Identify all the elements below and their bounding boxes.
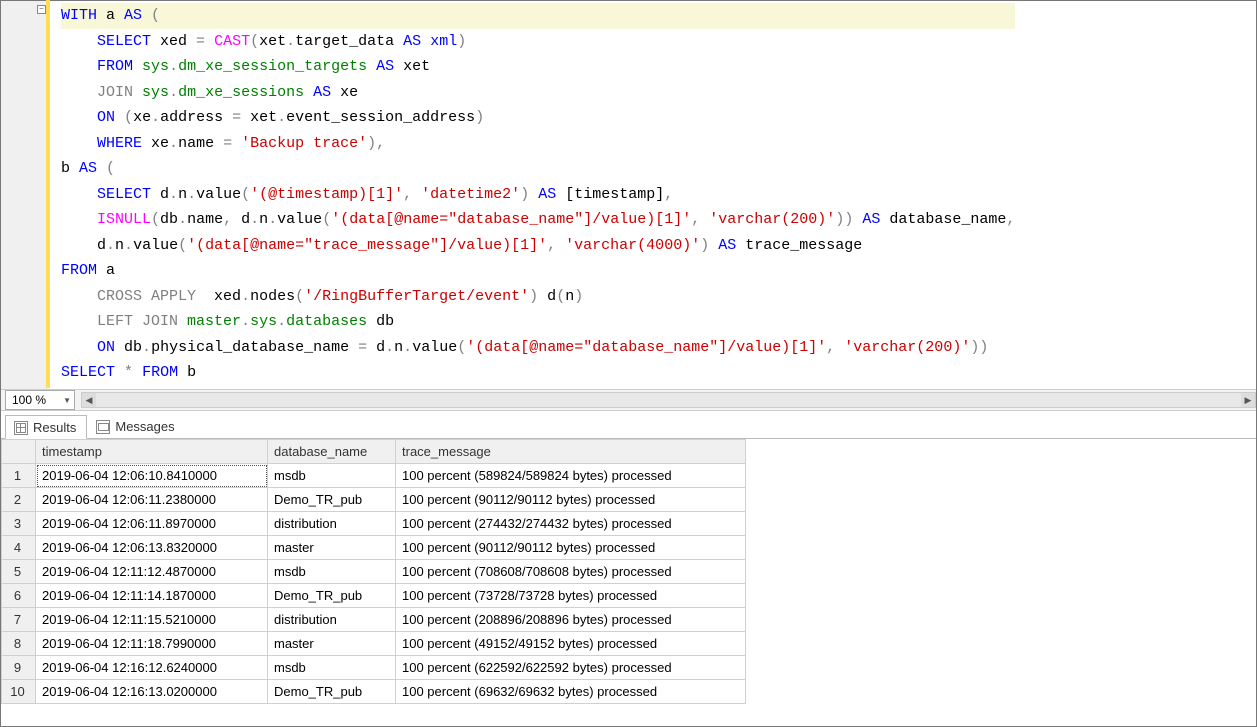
col-database-name[interactable]: database_name: [268, 440, 396, 464]
cell[interactable]: msdb: [268, 560, 396, 584]
table-row[interactable]: 72019-06-04 12:11:15.5210000distribution…: [2, 608, 746, 632]
cell[interactable]: 100 percent (90112/90112 bytes) processe…: [396, 488, 746, 512]
table-row[interactable]: 32019-06-04 12:06:11.8970000distribution…: [2, 512, 746, 536]
cell[interactable]: 100 percent (90112/90112 bytes) processe…: [396, 536, 746, 560]
scroll-right-icon[interactable]: ▶: [1241, 393, 1255, 407]
cell[interactable]: distribution: [268, 608, 396, 632]
row-number[interactable]: 10: [2, 680, 36, 704]
cell[interactable]: 100 percent (49152/49152 bytes) processe…: [396, 632, 746, 656]
code-line[interactable]: JOIN sys.dm_xe_sessions AS xe: [61, 80, 1015, 106]
row-number[interactable]: 7: [2, 608, 36, 632]
cell[interactable]: master: [268, 536, 396, 560]
grid-icon: [14, 421, 28, 435]
cell[interactable]: 2019-06-04 12:06:13.8320000: [36, 536, 268, 560]
results-grid[interactable]: timestamp database_name trace_message 12…: [1, 439, 1256, 726]
scroll-left-icon[interactable]: ◀: [82, 393, 96, 407]
cell[interactable]: 100 percent (589824/589824 bytes) proces…: [396, 464, 746, 488]
row-number-header[interactable]: [2, 440, 36, 464]
editor-gutter: −: [1, 1, 47, 389]
cell[interactable]: 2019-06-04 12:16:13.0200000: [36, 680, 268, 704]
cell[interactable]: 2019-06-04 12:06:10.8410000: [36, 464, 268, 488]
cell[interactable]: 2019-06-04 12:11:18.7990000: [36, 632, 268, 656]
code-line[interactable]: ON db.physical_database_name = d.n.value…: [61, 335, 1015, 361]
tab-messages-label: Messages: [115, 419, 174, 434]
zoom-value: 100 %: [12, 393, 46, 407]
col-trace-message[interactable]: trace_message: [396, 440, 746, 464]
cell[interactable]: 2019-06-04 12:11:12.4870000: [36, 560, 268, 584]
code-line[interactable]: SELECT d.n.value('(@timestamp)[1]', 'dat…: [61, 182, 1015, 208]
code-line[interactable]: ON (xe.address = xet.event_session_addre…: [61, 105, 1015, 131]
cell[interactable]: Demo_TR_pub: [268, 680, 396, 704]
cell[interactable]: Demo_TR_pub: [268, 584, 396, 608]
cell[interactable]: Demo_TR_pub: [268, 488, 396, 512]
code-line[interactable]: WHERE xe.name = 'Backup trace'),: [61, 131, 1015, 157]
cell[interactable]: 2019-06-04 12:06:11.8970000: [36, 512, 268, 536]
cell[interactable]: msdb: [268, 656, 396, 680]
code-line[interactable]: SELECT xed = CAST(xet.target_data AS xml…: [61, 29, 1015, 55]
code-line[interactable]: LEFT JOIN master.sys.databases db: [61, 309, 1015, 335]
col-timestamp[interactable]: timestamp: [36, 440, 268, 464]
code-line[interactable]: FROM sys.dm_xe_session_targets AS xet: [61, 54, 1015, 80]
row-number[interactable]: 2: [2, 488, 36, 512]
cell[interactable]: distribution: [268, 512, 396, 536]
horizontal-scrollbar[interactable]: ◀ ▶: [81, 392, 1256, 408]
code-line[interactable]: SELECT * FROM b: [61, 360, 1015, 386]
zoom-bar: 100 % ▼ ◀ ▶: [1, 389, 1256, 411]
cell[interactable]: 2019-06-04 12:06:11.2380000: [36, 488, 268, 512]
code-line[interactable]: d.n.value('(data[@name="trace_message"]/…: [61, 233, 1015, 259]
table-row[interactable]: 82019-06-04 12:11:18.7990000master100 pe…: [2, 632, 746, 656]
tab-messages[interactable]: Messages: [87, 414, 185, 438]
cell[interactable]: 100 percent (73728/73728 bytes) processe…: [396, 584, 746, 608]
table-row[interactable]: 52019-06-04 12:11:12.4870000msdb100 perc…: [2, 560, 746, 584]
row-number[interactable]: 4: [2, 536, 36, 560]
cell[interactable]: 100 percent (69632/69632 bytes) processe…: [396, 680, 746, 704]
row-number[interactable]: 5: [2, 560, 36, 584]
table-row[interactable]: 62019-06-04 12:11:14.1870000Demo_TR_pub1…: [2, 584, 746, 608]
cell[interactable]: 100 percent (622592/622592 bytes) proces…: [396, 656, 746, 680]
cell[interactable]: master: [268, 632, 396, 656]
code-line[interactable]: WITH a AS (: [61, 3, 1015, 29]
row-number[interactable]: 8: [2, 632, 36, 656]
table-row[interactable]: 12019-06-04 12:06:10.8410000msdb100 perc…: [2, 464, 746, 488]
code-line[interactable]: ISNULL(db.name, d.n.value('(data[@name="…: [61, 207, 1015, 233]
cell[interactable]: 100 percent (708608/708608 bytes) proces…: [396, 560, 746, 584]
code-line[interactable]: b AS (: [61, 156, 1015, 182]
chevron-down-icon: ▼: [63, 396, 71, 405]
cell[interactable]: 2019-06-04 12:11:14.1870000: [36, 584, 268, 608]
cell[interactable]: 2019-06-04 12:16:12.6240000: [36, 656, 268, 680]
result-tabs: Results Messages: [1, 411, 1256, 439]
code-line[interactable]: CROSS APPLY xed.nodes('/RingBufferTarget…: [61, 284, 1015, 310]
row-number[interactable]: 3: [2, 512, 36, 536]
zoom-select[interactable]: 100 % ▼: [5, 390, 75, 410]
cell[interactable]: 100 percent (274432/274432 bytes) proces…: [396, 512, 746, 536]
table-row[interactable]: 42019-06-04 12:06:13.8320000master100 pe…: [2, 536, 746, 560]
row-number[interactable]: 1: [2, 464, 36, 488]
message-icon: [96, 420, 110, 434]
header-row: timestamp database_name trace_message: [2, 440, 746, 464]
row-number[interactable]: 6: [2, 584, 36, 608]
cell[interactable]: 2019-06-04 12:11:15.5210000: [36, 608, 268, 632]
row-number[interactable]: 9: [2, 656, 36, 680]
cell[interactable]: 100 percent (208896/208896 bytes) proces…: [396, 608, 746, 632]
cell[interactable]: msdb: [268, 464, 396, 488]
table-row[interactable]: 22019-06-04 12:06:11.2380000Demo_TR_pub1…: [2, 488, 746, 512]
change-marker: [46, 1, 50, 388]
table-row[interactable]: 92019-06-04 12:16:12.6240000msdb100 perc…: [2, 656, 746, 680]
sql-editor[interactable]: − WITH a AS ( SELECT xed = CAST(xet.targ…: [1, 1, 1256, 389]
code-line[interactable]: FROM a: [61, 258, 1015, 284]
tab-results[interactable]: Results: [5, 415, 87, 439]
table-row[interactable]: 102019-06-04 12:16:13.0200000Demo_TR_pub…: [2, 680, 746, 704]
fold-toggle-icon[interactable]: −: [37, 5, 46, 14]
code-area[interactable]: WITH a AS ( SELECT xed = CAST(xet.target…: [47, 1, 1015, 389]
tab-results-label: Results: [33, 420, 76, 435]
